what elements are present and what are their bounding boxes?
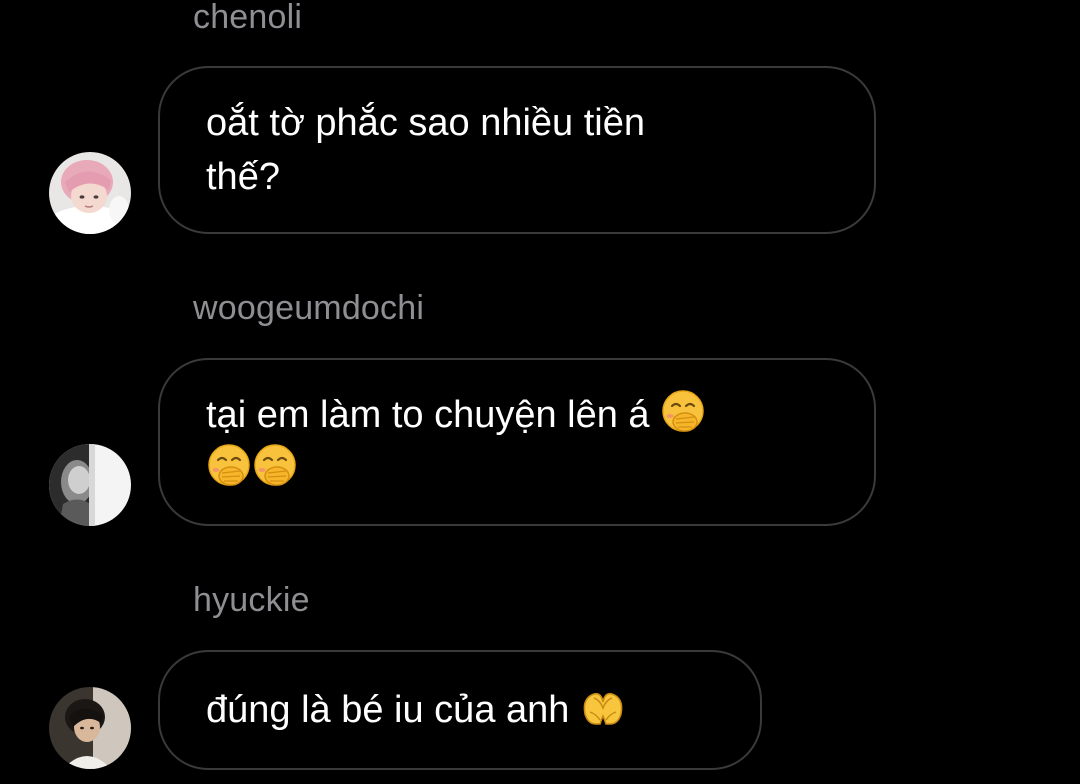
message-line: tại em làm to chuyện lên á [206,394,650,436]
message-bubble[interactable]: tại em làm to chuyện lên á [158,358,876,526]
dark-portrait-avatar-icon [49,687,131,769]
grayscale-portrait-avatar-icon [49,444,131,526]
message-bubble[interactable]: đúng là bé iu của anh [158,650,762,770]
face-with-hand-over-mouth-icon [252,443,298,489]
avatar[interactable] [49,687,131,769]
avatar[interactable] [49,152,131,234]
sender-name[interactable]: woogeumdochi [193,288,424,328]
sender-name[interactable]: hyuckie [193,580,310,620]
message-line: đúng là bé iu của anh [206,689,570,731]
message-bubble[interactable]: oắt tờ phắc sao nhiều tiền thế? [158,66,876,234]
sender-name[interactable]: chenoli [193,0,302,37]
message-line: thế? [206,156,280,198]
comment-thread: chenoli oắt tờ phắc sao nhiều tiền thế? w… [0,0,1080,784]
face-with-hand-over-mouth-icon [660,389,706,435]
message-text: oắt tờ phắc sao nhiều tiền thế? [206,96,645,204]
face-with-hand-over-mouth-icon [206,443,252,489]
heart-hands-icon [580,684,626,730]
message-line: oắt tờ phắc sao nhiều tiền [206,102,646,144]
message-text: đúng là bé iu của anh [206,683,626,737]
message-text: tại em làm to chuyện lên á [206,388,706,496]
avatar[interactable] [49,444,131,526]
pink-hair-avatar-icon [49,152,131,234]
